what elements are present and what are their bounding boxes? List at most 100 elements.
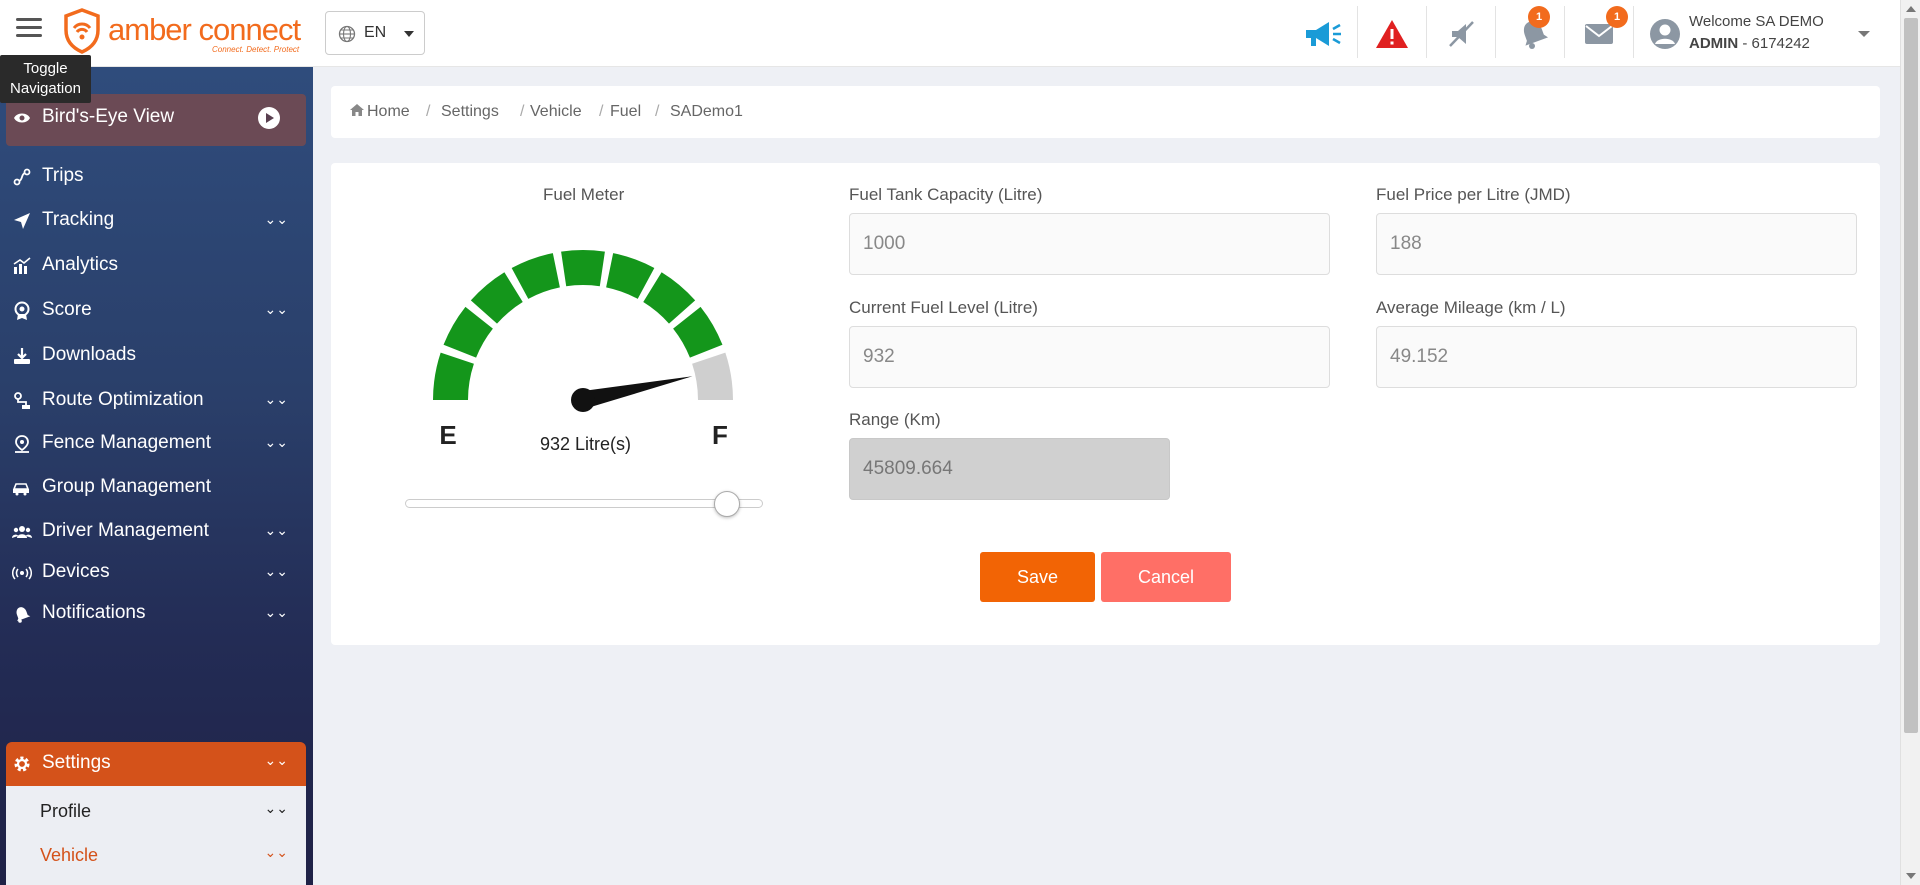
chevron-down-icon	[1858, 31, 1870, 37]
map-pin-icon	[12, 434, 32, 454]
chevron-down-icon	[404, 31, 414, 37]
bell-icon	[12, 604, 32, 624]
role-label: ADMIN	[1689, 35, 1739, 52]
scroll-up-arrow-icon[interactable]	[1906, 6, 1916, 12]
breadcrumb-settings[interactable]: Settings	[441, 103, 499, 121]
current-level-input[interactable]: 932	[849, 326, 1330, 388]
menu-toggle-icon[interactable]	[16, 18, 42, 40]
shield-logo-icon	[64, 8, 100, 54]
current-level-label: Current Fuel Level (Litre)	[849, 298, 1038, 317]
gauge-needle-hub	[571, 388, 595, 412]
play-icon[interactable]	[258, 107, 280, 129]
fuel-gauge: EF	[433, 250, 733, 450]
gauge-full-label: F	[712, 420, 728, 450]
user-menu[interactable]: Welcome SA DEMO ADMIN - 6174242	[1645, 10, 1890, 56]
announcement-icon[interactable]	[1303, 14, 1343, 54]
chevron-double-down-icon: ⌄⌄	[264, 522, 288, 538]
sidebar-item-downloads[interactable]: Downloads	[6, 332, 306, 380]
user-role: ADMIN - 6174242	[1689, 35, 1810, 52]
gauge-segment	[561, 250, 605, 287]
alerts-badge: 1	[1528, 6, 1550, 28]
chevron-double-down-icon: ⌄⌄	[264, 391, 288, 407]
scrollbar-thumb[interactable]	[1904, 18, 1918, 733]
breadcrumb-separator: /	[520, 103, 525, 120]
sidebar-item-label: Score	[42, 299, 92, 320]
sidebar-item-settings[interactable]: Settings ⌄⌄	[6, 742, 306, 786]
breadcrumb-separator: /	[599, 103, 604, 120]
breadcrumb-home[interactable]: Home	[350, 103, 410, 121]
sidebar-item-score[interactable]: Score ⌄⌄	[6, 287, 306, 335]
chevron-double-down-icon: ⌄⌄	[264, 301, 288, 317]
breadcrumb-current: SADemo1	[670, 103, 743, 120]
sidebar-item-label: Trips	[42, 165, 84, 186]
location-arrow-icon	[12, 211, 32, 231]
header-divider	[1564, 6, 1565, 58]
breadcrumb-fuel[interactable]: Fuel	[610, 103, 641, 121]
messages-badge: 1	[1606, 6, 1628, 28]
gauge-segment	[433, 352, 474, 400]
sidebar-item-label: Route Optimization	[42, 389, 204, 410]
sidebar-item-group-management[interactable]: Group Management	[6, 464, 306, 512]
sidebar-item-notifications[interactable]: Notifications ⌄⌄	[6, 590, 306, 638]
save-button[interactable]: Save	[980, 552, 1095, 602]
sidebar-item-fence-management[interactable]: Fence Management ⌄⌄	[6, 420, 306, 468]
tank-capacity-input[interactable]: 1000	[849, 213, 1330, 275]
welcome-text: Welcome SA DEMO	[1689, 13, 1824, 30]
gear-icon	[12, 754, 32, 774]
users-icon	[12, 522, 32, 542]
route-icon	[12, 167, 32, 187]
sidebar-item-tracking[interactable]: Tracking ⌄⌄	[6, 197, 306, 245]
gauge-segment	[511, 253, 560, 299]
award-icon	[12, 301, 32, 321]
cancel-button[interactable]: Cancel	[1101, 552, 1231, 602]
breadcrumb-vehicle[interactable]: Vehicle	[530, 103, 582, 121]
fuel-meter-title: Fuel Meter	[543, 185, 625, 204]
gauge-segment	[643, 272, 696, 324]
scroll-down-arrow-icon[interactable]	[1906, 873, 1916, 879]
tank-capacity-label: Fuel Tank Capacity (Litre)	[849, 185, 1043, 204]
avg-mileage-input[interactable]: 49.152	[1376, 326, 1857, 388]
sidebar-item-analytics[interactable]: Analytics	[6, 242, 306, 290]
globe-icon	[338, 25, 356, 43]
header-divider	[1633, 6, 1634, 58]
chevron-double-down-icon: ⌄⌄	[264, 604, 288, 620]
sidebar-item-label: Downloads	[42, 344, 136, 365]
language-select[interactable]: EN	[325, 11, 425, 55]
breadcrumb-label: Home	[367, 103, 410, 120]
header-divider	[1495, 6, 1496, 58]
language-code: EN	[364, 24, 387, 41]
sidebar-item-label: Analytics	[42, 254, 119, 275]
gauge-needle	[581, 376, 693, 409]
chevron-double-down-icon: ⌄⌄	[264, 752, 288, 768]
gauge-segment	[673, 306, 723, 358]
fuel-price-input[interactable]: 188	[1376, 213, 1857, 275]
slider-track[interactable]	[405, 499, 763, 508]
download-icon	[12, 346, 32, 366]
mute-icon[interactable]	[1441, 14, 1481, 54]
vertical-scrollbar[interactable]	[1900, 0, 1920, 885]
header-divider	[1357, 6, 1358, 58]
warning-icon[interactable]	[1372, 14, 1412, 54]
gauge-segment	[470, 272, 523, 324]
route-optimization-icon	[12, 391, 32, 411]
sidebar-item-label: Devices	[42, 561, 110, 582]
sidebar-item-label: Fence Management	[42, 432, 211, 453]
fuel-level-slider[interactable]	[405, 491, 763, 517]
fuel-price-label: Fuel Price per Litre (JMD)	[1376, 185, 1571, 204]
sidebar-item-label: Tracking	[42, 209, 115, 230]
gauge-empty-label: E	[439, 420, 456, 450]
brand-logo[interactable]: amber connect Connect. Detect. Protect	[62, 8, 312, 56]
broadcast-icon	[12, 563, 32, 583]
slider-thumb[interactable]	[714, 491, 740, 517]
sidebar-item-trips[interactable]: Trips	[6, 153, 306, 201]
sidebar-item-route-optimization[interactable]: Route Optimization ⌄⌄	[6, 377, 306, 425]
logo-text: amber connect	[108, 12, 301, 47]
submenu-item-vehicle[interactable]: Vehicle ⌄⌄	[6, 835, 306, 875]
submenu-item-profile[interactable]: Profile ⌄⌄	[6, 791, 306, 831]
tooltip-line: Navigation	[10, 80, 81, 97]
top-header: amber connect Connect. Detect. Protect E…	[0, 0, 1900, 67]
chevron-double-down-icon: ⌄⌄	[264, 434, 288, 450]
breadcrumb-separator: /	[655, 103, 660, 120]
range-input: 45809.664	[849, 438, 1170, 500]
sidebar: Bird's-Eye View Trips Tracking ⌄⌄ Analyt…	[0, 67, 313, 885]
